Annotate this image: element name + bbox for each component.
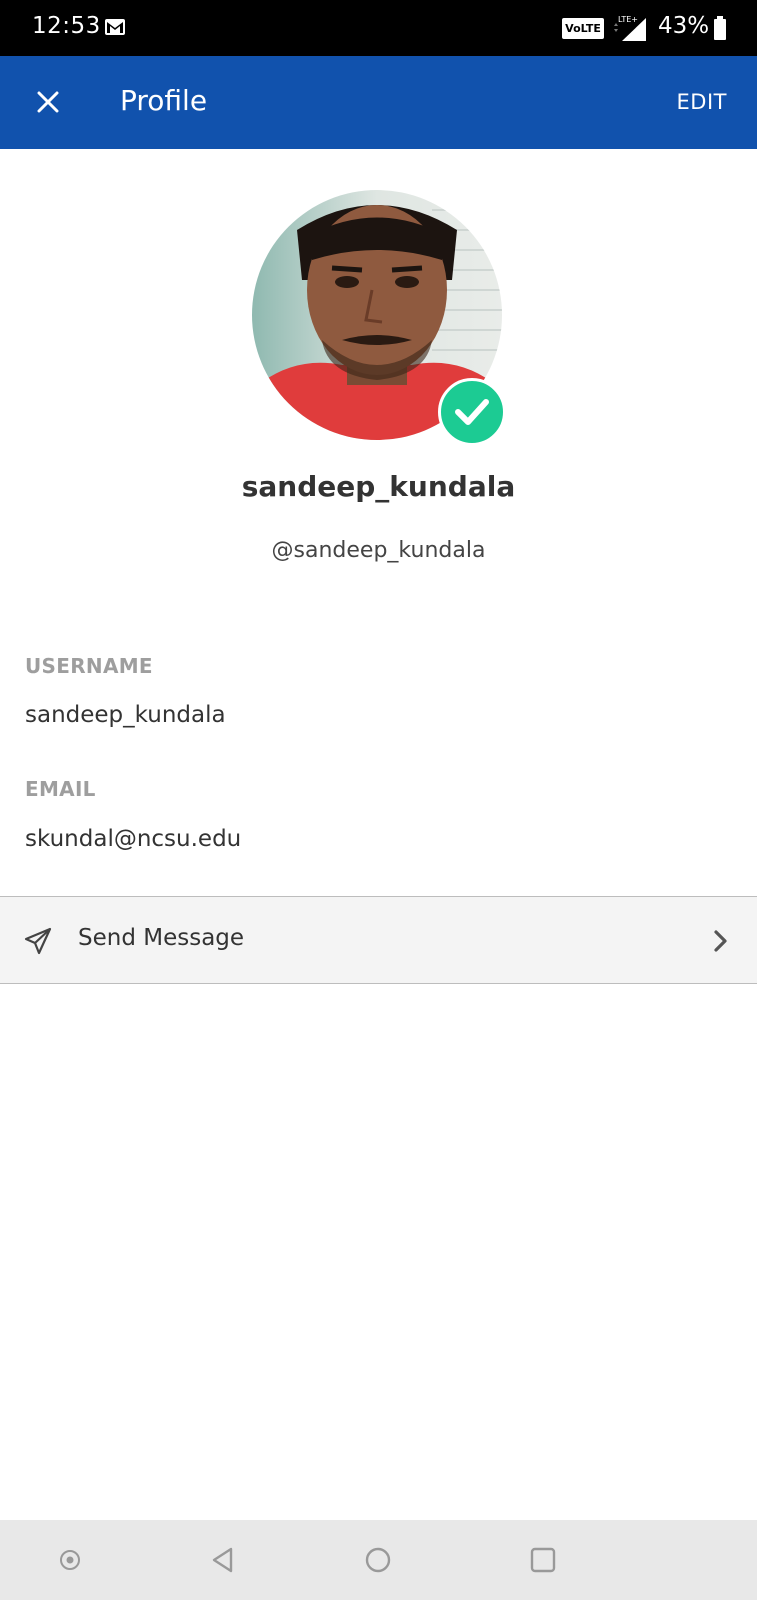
gmail-icon (105, 19, 125, 35)
app-bar: Profile EDIT (0, 56, 757, 149)
back-button[interactable] (205, 1542, 241, 1578)
email-label: EMAIL (25, 777, 96, 801)
system-nav-bar (0, 1520, 757, 1600)
home-icon (365, 1547, 391, 1573)
username-value: sandeep_kundala (25, 702, 226, 728)
chevron-right-icon (714, 930, 727, 952)
display-name: sandeep_kundala (241, 470, 516, 503)
send-message-row[interactable]: Send Message (0, 896, 757, 984)
svg-text:LTE+: LTE+ (618, 15, 638, 24)
recents-icon (530, 1547, 556, 1573)
user-handle: @sandeep_kundala (271, 538, 486, 563)
status-bar: 12:53 VoLTE LTE+ 43% (0, 0, 757, 56)
status-time: 12:53 (32, 13, 101, 39)
assistant-icon (60, 1550, 80, 1570)
verified-badge (438, 378, 506, 446)
signal-icon: LTE+ (614, 15, 646, 41)
home-button[interactable] (360, 1542, 396, 1578)
send-message-label: Send Message (78, 925, 245, 951)
close-button[interactable] (24, 78, 72, 126)
close-icon (37, 91, 59, 113)
recents-button[interactable] (525, 1542, 561, 1578)
back-icon (212, 1547, 233, 1573)
assistant-button[interactable] (52, 1542, 88, 1578)
email-value: skundal@ncsu.edu (25, 826, 242, 852)
edit-button[interactable]: EDIT (677, 90, 727, 114)
check-icon (455, 399, 489, 425)
username-label: USERNAME (25, 654, 153, 678)
battery-icon (714, 16, 726, 40)
volte-badge: VoLTE (562, 18, 604, 39)
battery-percent: 43% (658, 13, 710, 39)
send-icon (24, 927, 52, 955)
page-title: Profile (120, 84, 208, 117)
